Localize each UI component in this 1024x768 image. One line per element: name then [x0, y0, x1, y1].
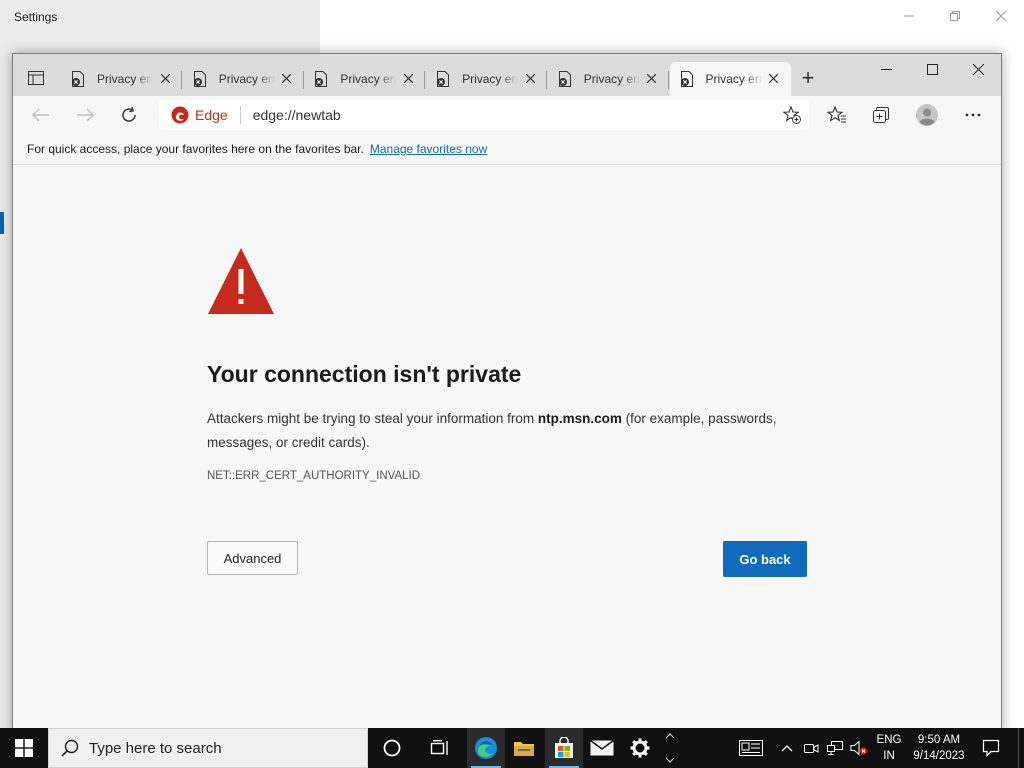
edge-browser-window: Privacy error Privacy error Privacy error P…: [12, 53, 1002, 733]
taskbar: Type here to search ENG IN 9:50 AM 9/14/…: [0, 728, 1024, 768]
collections-icon[interactable]: [870, 104, 892, 126]
tab-title: Privacy error: [462, 72, 518, 86]
error-description-text: Attackers might be trying to steal your …: [207, 411, 538, 426]
error-description: Attackers might be trying to steal your …: [207, 407, 807, 455]
refresh-button[interactable]: [118, 104, 140, 126]
tab-close-icon[interactable]: [523, 71, 537, 85]
favorites-bar: For quick access, place your favorites h…: [13, 134, 1001, 165]
page-error-icon: [315, 71, 328, 87]
more-options-icon[interactable]: [962, 104, 984, 126]
tab-5[interactable]: Privacy error: [548, 62, 669, 96]
tab-title: Privacy error: [340, 72, 396, 86]
clock-date: 9/14/2023: [913, 750, 965, 762]
region-code: IN: [883, 750, 895, 762]
mail-icon[interactable]: [583, 728, 621, 768]
minimize-button[interactable]: [863, 54, 909, 84]
error-host: ntp.msn.com: [537, 411, 622, 426]
tab-close-icon[interactable]: [645, 71, 659, 85]
url-text[interactable]: edge://newtab: [253, 107, 341, 123]
input-language-indicator[interactable]: ENG IN: [874, 732, 904, 764]
edge-warning-icon: [171, 106, 189, 124]
address-divider: [239, 106, 241, 124]
tab-close-icon[interactable]: [767, 71, 781, 85]
profile-avatar-icon[interactable]: [916, 104, 938, 126]
manage-favorites-link[interactable]: Manage favorites now: [370, 142, 487, 156]
search-placeholder: Type here to search: [89, 739, 222, 757]
add-favorite-icon[interactable]: [783, 106, 801, 124]
meet-now-icon[interactable]: [801, 728, 821, 768]
close-window-button[interactable]: [955, 54, 1001, 84]
settings-selection-indicator: [0, 212, 4, 234]
error-title: Your connection isn't private: [207, 361, 522, 387]
page-error-icon: [437, 71, 450, 87]
settings-restore-button[interactable]: [932, 0, 978, 32]
tab-close-icon[interactable]: [158, 71, 172, 85]
tab-separator: [667, 71, 669, 89]
tab-6[interactable]: Privacy error: [669, 62, 791, 96]
taskbar-search-box[interactable]: Type here to search: [48, 728, 368, 768]
clock[interactable]: 9:50 AM 9/14/2023: [906, 732, 972, 764]
language-code: ENG: [876, 734, 902, 746]
maximize-button[interactable]: [909, 54, 955, 84]
forward-button[interactable]: [74, 104, 96, 126]
back-button[interactable]: [30, 104, 52, 126]
new-tab-button[interactable]: +: [797, 67, 819, 90]
warning-triangle-icon: [208, 248, 274, 314]
browser-toolbar: Edge edge://newtab: [13, 96, 1001, 134]
tab-strip: Privacy error Privacy error Privacy error P…: [13, 54, 1001, 96]
microsoft-store-icon[interactable]: [545, 728, 583, 768]
tab-title: Privacy error: [705, 72, 762, 86]
news-widget-icon[interactable]: [736, 728, 766, 768]
error-page: Your connection isn't private Attackers …: [13, 165, 1001, 732]
volume-muted-icon[interactable]: [848, 728, 870, 768]
tab-close-icon[interactable]: [280, 71, 294, 85]
tab-3[interactable]: Privacy error: [304, 62, 426, 96]
favorites-icon[interactable]: [826, 104, 848, 126]
tab-actions-icon[interactable]: [25, 68, 47, 88]
tab-2[interactable]: Privacy error: [183, 62, 304, 96]
tab-4[interactable]: Privacy error: [426, 62, 548, 96]
tab-1[interactable]: Privacy error: [61, 62, 182, 96]
clock-time: 9:50 AM: [917, 734, 961, 746]
tab-title: Privacy error: [583, 72, 640, 86]
task-view-icon[interactable]: [421, 728, 459, 768]
edge-taskbar-icon[interactable]: [467, 728, 505, 768]
page-error-icon: [193, 71, 206, 87]
settings-gear-icon[interactable]: [621, 728, 659, 768]
settings-close-button[interactable]: [978, 0, 1024, 32]
windows-logo-icon: [15, 739, 33, 757]
page-error-icon: [680, 71, 693, 87]
tab-title: Privacy error: [218, 72, 275, 86]
file-explorer-icon[interactable]: [505, 728, 543, 768]
tab-title: Privacy error: [97, 72, 153, 86]
show-hidden-icons-chevron-icon[interactable]: [777, 728, 797, 768]
error-code[interactable]: NET::ERR_CERT_AUTHORITY_INVALID: [207, 470, 420, 482]
favorites-bar-message: For quick access, place your favorites h…: [27, 142, 364, 156]
advanced-button[interactable]: Advanced: [207, 541, 298, 575]
network-icon[interactable]: [824, 728, 846, 768]
settings-title: Settings: [14, 10, 58, 24]
site-security-label[interactable]: Edge: [195, 107, 228, 123]
search-icon: [61, 739, 79, 757]
cortana-icon[interactable]: [373, 728, 411, 768]
go-back-button[interactable]: Go back: [723, 541, 807, 577]
page-error-icon: [558, 71, 571, 87]
page-error-icon: [72, 71, 84, 87]
taskbar-scroll-icon[interactable]: [662, 728, 678, 768]
tab-close-icon[interactable]: [401, 71, 415, 85]
notifications-icon[interactable]: [980, 728, 1002, 768]
show-desktop-button[interactable]: [1018, 728, 1024, 768]
settings-minimize-button[interactable]: [886, 0, 932, 32]
address-bar[interactable]: Edge edge://newtab: [159, 100, 809, 130]
start-button[interactable]: [0, 728, 48, 768]
